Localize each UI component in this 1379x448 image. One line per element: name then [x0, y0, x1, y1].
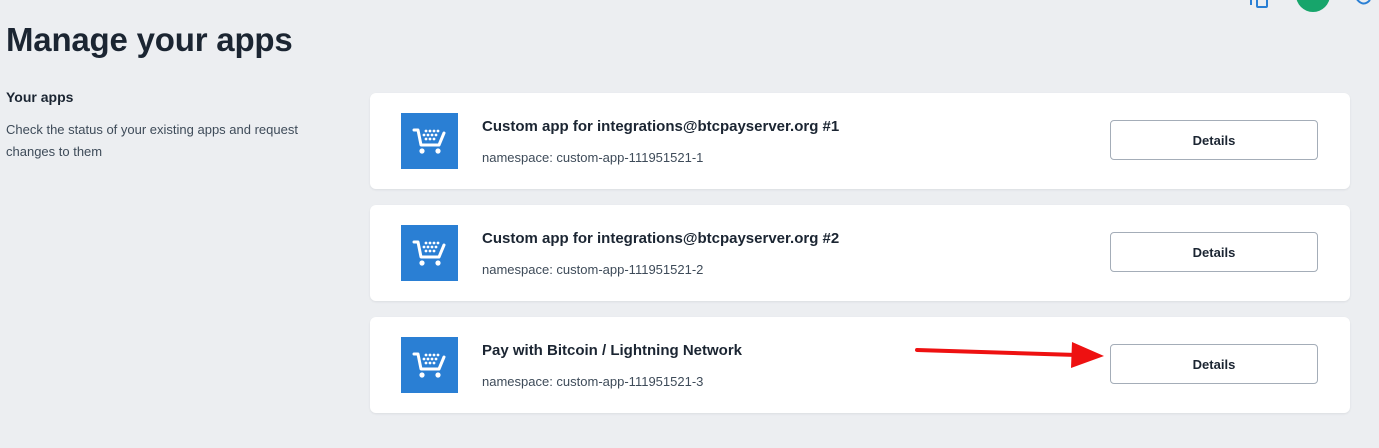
- app-card: Custom app for integrations@btcpayserver…: [370, 93, 1350, 189]
- cart-icon: [401, 225, 458, 281]
- share-icon[interactable]: [1249, 0, 1271, 11]
- app-title: Custom app for integrations@btcpayserver…: [482, 230, 840, 247]
- app-card: Custom app for integrations@btcpayserver…: [370, 205, 1350, 301]
- app-title: Custom app for integrations@btcpayserver…: [482, 118, 840, 135]
- avatar[interactable]: [1296, 0, 1330, 12]
- app-title: Pay with Bitcoin / Lightning Network: [482, 342, 743, 359]
- details-button[interactable]: Details: [1110, 120, 1318, 160]
- app-card: Pay with Bitcoin / Lightning Network nam…: [370, 317, 1350, 413]
- app-list: Custom app for integrations@btcpayserver…: [370, 93, 1350, 429]
- sidebar-description: Check the status of your existing apps a…: [6, 122, 298, 159]
- app-namespace: namespace: custom-app-111951521-3: [482, 374, 704, 389]
- page-title: Manage your apps: [6, 21, 293, 58]
- details-button[interactable]: Details: [1110, 344, 1318, 384]
- app-namespace: namespace: custom-app-111951521-1: [482, 150, 704, 165]
- top-bar-icons: [1229, 0, 1379, 12]
- chat-icon[interactable]: [1354, 0, 1372, 10]
- details-button[interactable]: Details: [1110, 232, 1318, 272]
- annotation-arrow-icon: [915, 342, 1104, 368]
- sidebar-heading: Your apps: [6, 89, 74, 105]
- cart-icon: [401, 337, 458, 393]
- cart-icon: [401, 113, 458, 169]
- app-namespace: namespace: custom-app-111951521-2: [482, 262, 704, 277]
